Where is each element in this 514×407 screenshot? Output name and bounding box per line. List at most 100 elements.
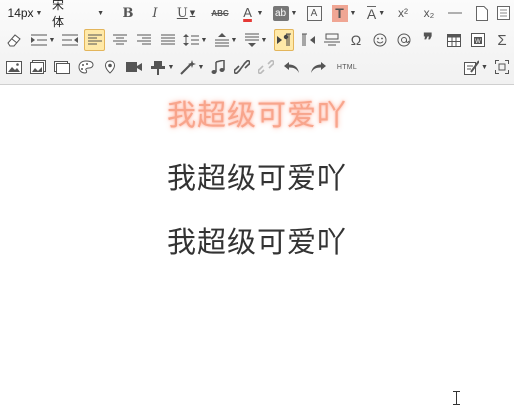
align-left-button[interactable] xyxy=(84,29,105,51)
emotion-button[interactable] xyxy=(370,29,390,51)
background-color-button[interactable]: ab ▼ xyxy=(270,2,300,24)
italic-button[interactable]: I xyxy=(145,2,165,24)
horizontal-rule-icon xyxy=(448,12,462,14)
redo-button[interactable] xyxy=(308,56,328,78)
mention-button[interactable] xyxy=(394,29,414,51)
video-icon xyxy=(126,62,142,72)
line-height-button[interactable]: ▼ xyxy=(180,29,210,51)
strikethrough-icon: ABC xyxy=(211,8,229,18)
outdent-icon xyxy=(62,34,78,46)
subscript-icon: x₂ xyxy=(423,6,435,20)
pin-icon xyxy=(150,60,165,75)
font-size-value: 14px xyxy=(7,6,34,20)
map-pin-icon xyxy=(104,59,116,74)
svg-text:W: W xyxy=(475,39,481,45)
insert-image-word-button[interactable]: W xyxy=(468,29,488,51)
font-size-select[interactable]: 14px ▼ xyxy=(6,2,44,24)
bold-button[interactable]: B xyxy=(118,2,138,24)
magic-wand-button[interactable]: ▼ xyxy=(178,56,206,78)
at-sign-icon xyxy=(397,33,411,47)
insert-video-button[interactable] xyxy=(124,56,144,78)
text-shadow-button[interactable]: T ▼ xyxy=(330,2,358,24)
chevron-down-icon: ▼ xyxy=(189,9,196,17)
direction-rtl-button[interactable] xyxy=(298,29,318,51)
align-center-button[interactable] xyxy=(110,29,130,51)
omega-icon: Ω xyxy=(350,32,362,48)
undo-icon xyxy=(284,62,299,73)
background-color-icon: ab xyxy=(272,5,289,21)
chevron-down-icon: ▼ xyxy=(256,9,264,17)
images-icon xyxy=(30,60,46,74)
font-family-select[interactable]: 宋体 ▼ xyxy=(52,0,104,29)
font-color-button[interactable]: A ▼ xyxy=(238,2,266,24)
link-icon xyxy=(234,60,250,74)
source-code-button[interactable]: HTML xyxy=(334,56,360,78)
italic-icon: I xyxy=(152,5,158,21)
clear-format-button[interactable] xyxy=(4,29,24,51)
text-line[interactable]: 我超级可爱吖 xyxy=(0,219,514,261)
line-height-icon xyxy=(182,34,199,46)
underline-button[interactable]: U ▼ xyxy=(172,2,200,24)
direction-ltr-button[interactable] xyxy=(274,29,294,51)
text-line[interactable]: 我超级可爱吖 xyxy=(0,155,514,197)
insert-image-button[interactable] xyxy=(4,56,24,78)
text-border-button[interactable]: A xyxy=(304,2,324,24)
paragraph-spacing-bottom-button[interactable]: ▼ xyxy=(242,29,270,51)
insert-link-button[interactable] xyxy=(232,56,252,78)
align-justify-button[interactable] xyxy=(158,29,178,51)
word-doc-icon: W xyxy=(471,33,485,47)
smiley-icon xyxy=(373,33,387,47)
text-border-icon: A xyxy=(306,5,322,21)
unlink-icon xyxy=(258,60,274,74)
fullscreen-icon xyxy=(495,60,509,74)
image-float-button[interactable]: ▼ xyxy=(148,56,176,78)
insert-map-button[interactable] xyxy=(100,56,120,78)
align-left-icon xyxy=(87,34,102,45)
spacing-top-icon xyxy=(214,33,229,47)
insert-table-button[interactable] xyxy=(444,29,464,51)
formula-button[interactable]: Σ xyxy=(492,29,512,51)
letter-spacing-icon: A xyxy=(366,5,377,22)
text-line-shadowed[interactable]: 我超级可爱吖 xyxy=(0,92,514,134)
select-all-button[interactable] xyxy=(494,2,512,24)
new-document-button[interactable] xyxy=(472,2,492,24)
sigma-icon: Σ xyxy=(497,31,507,49)
align-right-icon xyxy=(137,34,151,45)
chevron-down-icon: ▼ xyxy=(481,63,488,71)
format-paragraph-button[interactable] xyxy=(322,29,342,51)
paragraph-spacing-top-button[interactable]: ▼ xyxy=(212,29,240,51)
fullscreen-button[interactable] xyxy=(492,56,512,78)
insert-frame-button[interactable] xyxy=(52,56,72,78)
toolbar-row-1: 14px ▼ 宋体 ▼ B I U ▼ ABC A ▼ ab ▼ A T ▼ A ▼ x² x… xyxy=(0,0,514,29)
scrawl-button[interactable] xyxy=(76,56,96,78)
palette-icon xyxy=(78,60,94,74)
direction-ltr-icon xyxy=(277,33,291,46)
superscript-button[interactable]: x² xyxy=(393,2,413,24)
editor-content-area[interactable]: 我超级可爱吖 我超级可爱吖 我超级可爱吖 xyxy=(0,85,514,407)
align-justify-icon xyxy=(161,34,175,45)
edit-document-icon xyxy=(464,59,480,75)
undo-button[interactable] xyxy=(282,56,302,78)
table-icon xyxy=(447,33,461,47)
music-note-icon xyxy=(211,60,225,74)
spacing-bottom-icon xyxy=(244,33,259,47)
indent-button[interactable]: ▼ xyxy=(28,29,58,51)
subscript-button[interactable]: x₂ xyxy=(419,2,439,24)
blockquote-button[interactable]: ❞ xyxy=(418,29,438,51)
unlink-button[interactable] xyxy=(256,56,276,78)
outdent-button[interactable] xyxy=(60,29,80,51)
chevron-down-icon: ▼ xyxy=(230,36,238,44)
text-cursor-icon xyxy=(453,391,460,405)
insert-music-button[interactable] xyxy=(208,56,228,78)
special-char-button[interactable]: Ω xyxy=(346,29,366,51)
indent-icon xyxy=(30,34,47,46)
eraser-icon xyxy=(7,34,21,47)
multi-image-button[interactable] xyxy=(28,56,48,78)
align-right-button[interactable] xyxy=(134,29,154,51)
letter-spacing-button[interactable]: A ▼ xyxy=(362,2,390,24)
template-button[interactable]: ▼ xyxy=(462,56,490,78)
toolbar-row-3: ▼ ▼ HTML ▼ xyxy=(0,54,514,81)
horizontal-rule-button[interactable] xyxy=(445,2,465,24)
strikethrough-button[interactable]: ABC xyxy=(208,2,232,24)
chevron-down-icon: ▼ xyxy=(200,36,208,44)
